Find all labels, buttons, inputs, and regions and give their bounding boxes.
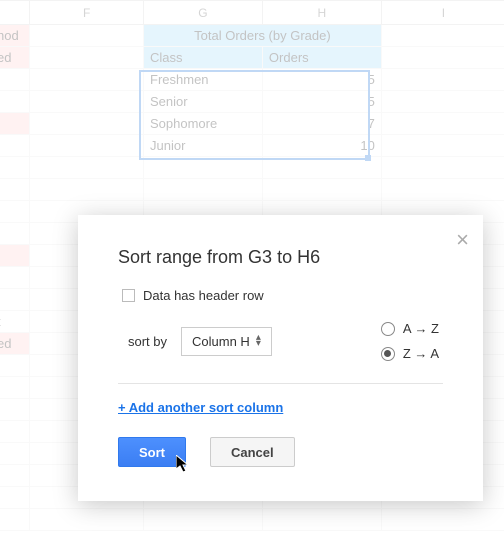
cancel-button[interactable]: Cancel: [210, 437, 295, 467]
cell[interactable]: [0, 91, 30, 113]
header-row-checkbox-row[interactable]: Data has header row: [122, 288, 443, 303]
sort-button[interactable]: Sort: [118, 437, 186, 467]
table-row[interactable]: 10: [262, 135, 381, 157]
cell[interactable]: [381, 135, 504, 157]
radio-az-label: A → Z: [403, 321, 439, 336]
cell[interactable]: [0, 135, 30, 157]
col-header-i[interactable]: I: [381, 1, 504, 25]
chevron-updown-icon: ▴▾: [256, 335, 261, 347]
column-select-value: Column H: [192, 334, 250, 349]
cell[interactable]: [381, 91, 504, 113]
cell[interactable]: [144, 179, 263, 201]
cell[interactable]: [30, 69, 144, 91]
col-header-h[interactable]: H: [262, 1, 381, 25]
cell[interactable]: [0, 201, 30, 223]
table-title[interactable]: Total Orders (by Grade): [144, 25, 382, 47]
header-orders[interactable]: Orders: [262, 47, 381, 69]
col-header-e[interactable]: [0, 1, 30, 25]
cell[interactable]: [381, 509, 504, 531]
add-sort-column-link[interactable]: + Add another sort column: [118, 400, 283, 415]
cell[interactable]: [30, 179, 144, 201]
cell[interactable]: hod: [0, 25, 30, 47]
cell[interactable]: [381, 25, 504, 47]
sort-range-dialog: × Sort range from G3 to H6 Data has head…: [78, 215, 483, 501]
cell[interactable]: [262, 157, 381, 179]
divider: [118, 383, 443, 384]
cell[interactable]: [0, 399, 30, 421]
column-headers-row: F G H I: [0, 1, 504, 25]
cell[interactable]: [262, 509, 381, 531]
cell[interactable]: [262, 179, 381, 201]
cell[interactable]: [30, 135, 144, 157]
cell[interactable]: [0, 509, 30, 531]
cell[interactable]: [0, 245, 30, 267]
cell[interactable]: [0, 267, 30, 289]
close-icon[interactable]: ×: [456, 229, 469, 251]
cell[interactable]: [0, 69, 30, 91]
sort-by-label: sort by: [128, 334, 167, 349]
cell[interactable]: [0, 179, 30, 201]
cell[interactable]: [381, 113, 504, 135]
cell[interactable]: t: [0, 311, 30, 333]
header-class[interactable]: Class: [144, 47, 263, 69]
radio-az[interactable]: A → Z: [381, 321, 439, 336]
cell[interactable]: [30, 509, 144, 531]
cell[interactable]: [0, 223, 30, 245]
col-header-g[interactable]: G: [144, 1, 263, 25]
table-row[interactable]: Freshmen: [144, 69, 263, 91]
cell[interactable]: [381, 157, 504, 179]
cell[interactable]: [0, 465, 30, 487]
cell[interactable]: [381, 179, 504, 201]
cell[interactable]: [0, 377, 30, 399]
radio-icon: [381, 322, 395, 336]
cell[interactable]: [30, 113, 144, 135]
cell[interactable]: [0, 289, 30, 311]
cell[interactable]: [0, 443, 30, 465]
table-row[interactable]: 5: [262, 69, 381, 91]
col-header-f[interactable]: F: [30, 1, 144, 25]
table-row[interactable]: 7: [262, 113, 381, 135]
cell[interactable]: [30, 25, 144, 47]
cell[interactable]: [381, 47, 504, 69]
table-row[interactable]: Junior: [144, 135, 263, 157]
column-select[interactable]: Column H ▴▾: [181, 327, 272, 356]
cell[interactable]: [0, 157, 30, 179]
table-row[interactable]: Sophomore: [144, 113, 263, 135]
header-row-label: Data has header row: [143, 288, 264, 303]
cell[interactable]: [0, 487, 30, 509]
table-row[interactable]: Senior: [144, 91, 263, 113]
cell[interactable]: [30, 91, 144, 113]
cell[interactable]: [30, 157, 144, 179]
radio-icon: [381, 347, 395, 361]
cell[interactable]: [0, 421, 30, 443]
radio-za-label: Z → A: [403, 346, 439, 361]
cell[interactable]: [0, 113, 30, 135]
dialog-title: Sort range from G3 to H6: [118, 247, 443, 268]
cell[interactable]: ed: [0, 47, 30, 69]
cell[interactable]: [0, 355, 30, 377]
cell[interactable]: [30, 47, 144, 69]
checkbox-icon[interactable]: [122, 289, 135, 302]
radio-za[interactable]: Z → A: [381, 346, 439, 361]
cell[interactable]: [381, 69, 504, 91]
cell[interactable]: ed: [0, 333, 30, 355]
table-row[interactable]: 5: [262, 91, 381, 113]
cell[interactable]: [144, 509, 263, 531]
cell[interactable]: [144, 157, 263, 179]
